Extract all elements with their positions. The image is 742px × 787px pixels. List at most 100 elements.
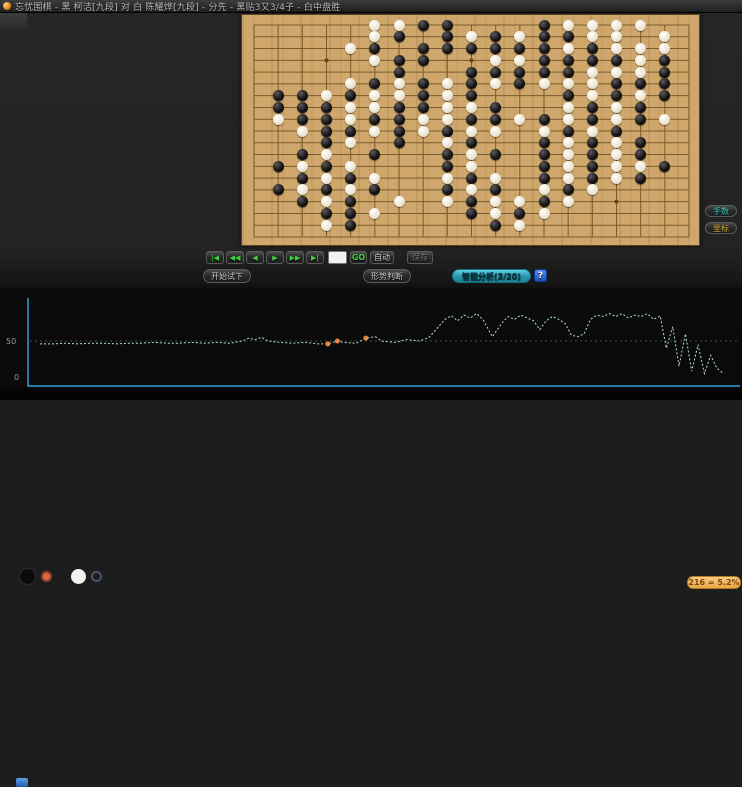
black-stone <box>538 113 550 125</box>
black-stone <box>321 207 332 219</box>
window-title: 忘忧围棋 - 黑 柯洁[九段] 对 白 陈耀烨[九段] - 分先 - 黑贴3又3… <box>15 2 341 13</box>
black-stone <box>538 66 550 78</box>
white-stone <box>441 196 453 208</box>
winrate-tooltip: 216 = 5.2% <box>687 576 741 589</box>
white-stone <box>611 172 622 184</box>
white-stone <box>345 160 357 172</box>
black-stone <box>466 113 477 125</box>
auto-play-button[interactable]: 自动 <box>370 251 394 264</box>
white-line-toggle[interactable] <box>71 569 86 584</box>
black-stone <box>393 113 405 125</box>
white-stone <box>562 78 574 90</box>
white-stone <box>538 207 550 219</box>
white-stone <box>272 113 284 125</box>
black-stone <box>321 113 332 125</box>
black-stone <box>538 43 550 55</box>
go-button[interactable]: GO <box>350 251 367 264</box>
black-stone <box>345 125 357 137</box>
black-line-toggle[interactable] <box>19 568 36 585</box>
black-selected-toggle[interactable] <box>41 571 52 582</box>
black-stone <box>393 54 405 66</box>
winrate-graph[interactable]: 216 = 5.2% 050100150200220500 <box>0 280 742 589</box>
black-stone <box>441 160 453 172</box>
black-stone <box>296 172 308 184</box>
taskbar <box>0 388 742 787</box>
black-stone <box>562 31 574 43</box>
black-stone <box>490 66 502 78</box>
black-stone <box>393 66 405 78</box>
black-stone <box>321 101 332 113</box>
white-stone <box>586 19 598 31</box>
black-stone <box>321 160 332 172</box>
nav-forward-10-button[interactable]: ▶▶ <box>286 251 304 264</box>
white-stone <box>417 125 429 137</box>
save-button[interactable]: 保存 <box>407 251 433 264</box>
nav-first-button[interactable]: |◀ <box>206 251 224 264</box>
white-stone <box>296 125 308 137</box>
coordinates-toggle[interactable]: 坐标 <box>705 222 737 234</box>
mistake-marker[interactable] <box>363 335 369 341</box>
black-stone <box>272 90 284 102</box>
black-stone <box>466 172 477 184</box>
black-stone <box>296 149 308 161</box>
black-stone <box>441 149 453 161</box>
white-stone <box>659 113 671 125</box>
white-stone <box>562 101 574 113</box>
black-stone <box>562 90 574 102</box>
white-stone <box>562 43 574 55</box>
white-stone <box>441 101 453 113</box>
black-stone <box>345 172 357 184</box>
black-stone <box>369 113 381 125</box>
black-stone <box>490 113 502 125</box>
white-stone <box>466 149 477 161</box>
mistake-marker[interactable] <box>334 338 340 344</box>
white-stone <box>466 125 477 137</box>
black-stone <box>538 19 550 31</box>
black-stone <box>538 172 550 184</box>
white-stone <box>393 90 405 102</box>
nav-forward-1-button[interactable]: ▶ <box>266 251 284 264</box>
white-stone <box>345 113 357 125</box>
move-numbers-toggle[interactable]: 手数 <box>705 205 737 217</box>
black-stone <box>562 54 574 66</box>
taskbar-app-icon[interactable] <box>16 778 28 787</box>
black-stone <box>538 31 550 43</box>
white-stone <box>586 125 598 137</box>
white-stone <box>441 90 453 102</box>
white-stone <box>466 160 477 172</box>
white-stone <box>466 101 477 113</box>
white-stone <box>514 113 526 125</box>
black-stone <box>393 31 405 43</box>
go-board[interactable] <box>241 14 700 246</box>
white-stone <box>562 113 574 125</box>
white-stone <box>562 160 574 172</box>
white-outline-toggle[interactable] <box>91 571 102 582</box>
black-stone <box>393 137 405 149</box>
mistake-marker[interactable] <box>325 341 331 347</box>
nav-last-button[interactable]: ▶| <box>306 251 324 264</box>
black-stone <box>586 160 598 172</box>
nav-back-1-button[interactable]: ◀ <box>246 251 264 264</box>
white-stone <box>296 160 308 172</box>
black-stone <box>611 54 622 66</box>
black-stone <box>490 219 502 231</box>
white-stone <box>321 149 332 161</box>
black-stone <box>538 149 550 161</box>
white-stone <box>611 113 622 125</box>
move-number-input[interactable] <box>328 251 347 264</box>
black-stone <box>538 137 550 149</box>
black-stone <box>586 149 598 161</box>
white-stone <box>321 172 332 184</box>
black-stone <box>417 90 429 102</box>
white-stone <box>562 19 574 31</box>
white-stone <box>393 78 405 90</box>
white-stone <box>393 196 405 208</box>
black-stone <box>538 160 550 172</box>
black-stone <box>466 207 477 219</box>
white-stone <box>562 137 574 149</box>
white-stone <box>514 219 526 231</box>
black-stone <box>345 219 357 231</box>
nav-back-10-button[interactable]: ◀◀ <box>226 251 244 264</box>
white-stone <box>441 172 453 184</box>
white-stone <box>611 101 622 113</box>
